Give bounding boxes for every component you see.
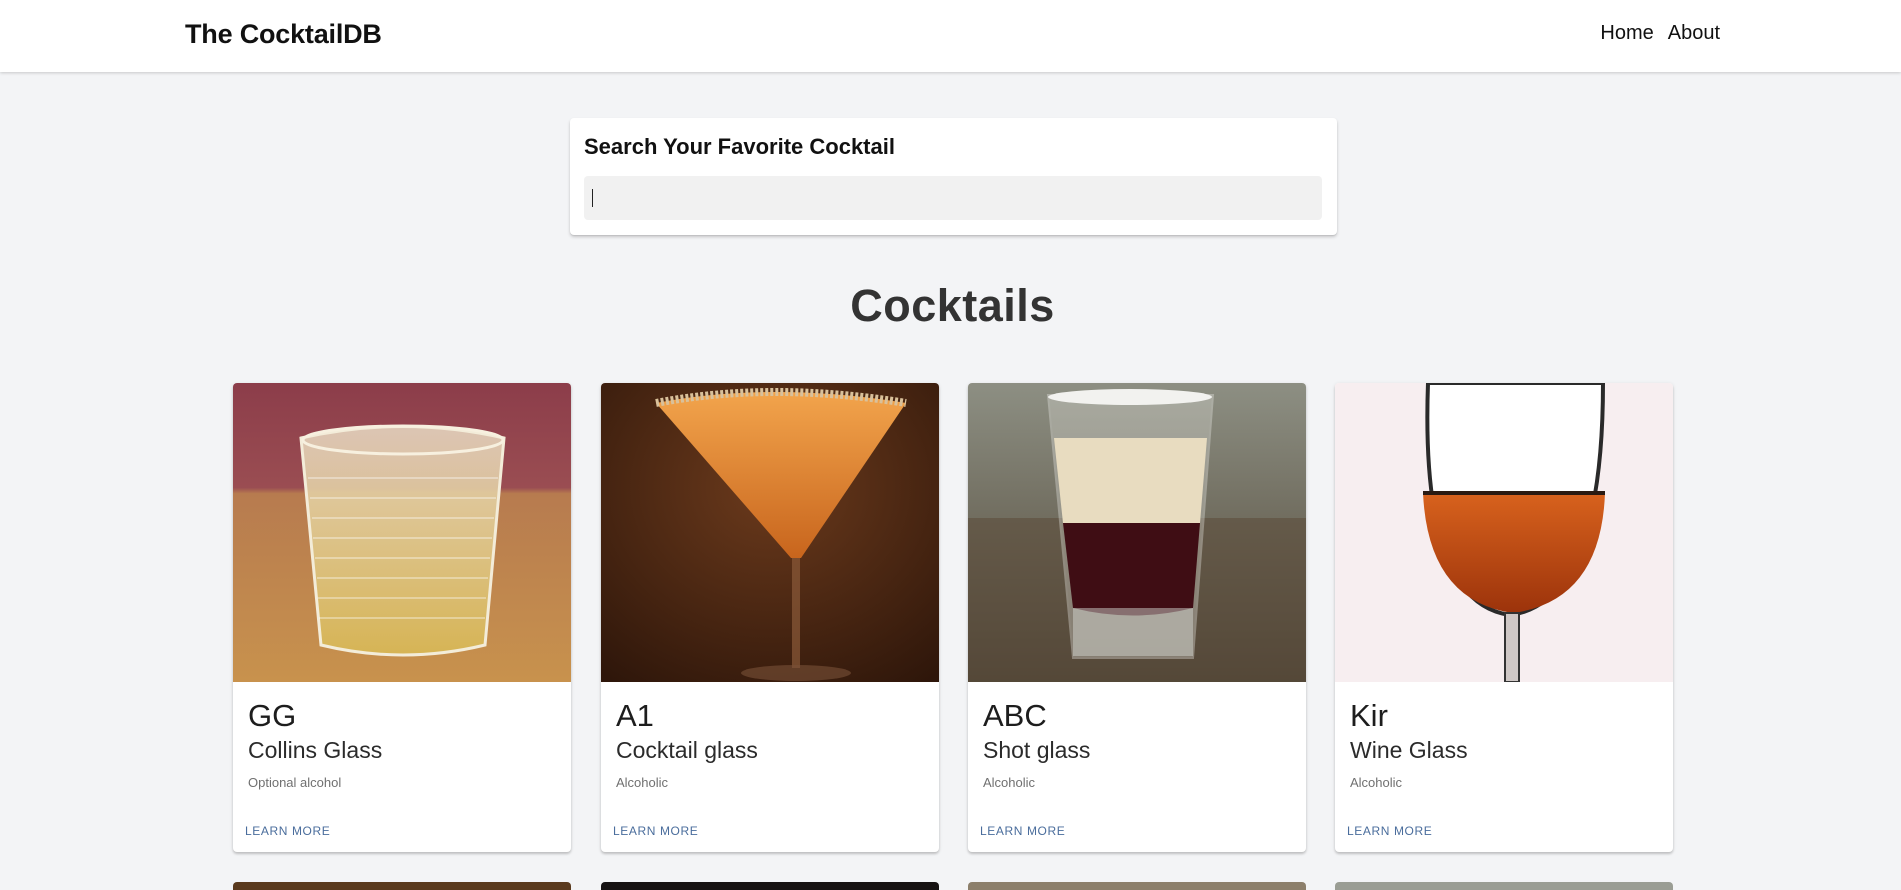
search-form: Search Your Favorite Cocktail [570,118,1337,235]
cocktail-card-partial [601,882,939,890]
learn-more-button[interactable]: Learn More [1347,824,1432,838]
cocktail-glass: Cocktail glass [616,737,758,763]
nav-about-link[interactable]: About [1668,22,1720,45]
cocktail-card-partial [968,882,1306,890]
learn-more-button[interactable]: Learn More [980,824,1065,838]
cocktail-card: ABC Shot glass Alcoholic Learn More [968,383,1306,852]
learn-more-button[interactable]: Learn More [613,824,698,838]
cocktail-image [1335,383,1673,682]
cocktail-card: Kir Wine Glass Alcoholic Learn More [1335,383,1673,852]
cocktail-alcoholic: Alcoholic [616,775,669,790]
cocktail-image [233,383,571,682]
cocktail-card-partial [1335,882,1673,890]
cocktail-alcoholic: Alcoholic [1350,775,1403,790]
section-title: Cocktails [850,280,1055,331]
cocktail-card-partial [233,882,571,890]
cocktail-image [968,383,1306,682]
cocktail-alcoholic: Optional alcohol [248,775,342,790]
text-caret [592,189,593,207]
learn-more-button[interactable]: Learn More [245,824,330,838]
cocktail-name: A1 [616,698,654,733]
nav-links: Home About [1600,22,1720,45]
brand-logo[interactable]: The CocktailDB [185,19,382,50]
nav-home-link[interactable]: Home [1600,22,1653,45]
search-label: Search Your Favorite Cocktail [584,134,895,159]
cocktail-glass: Wine Glass [1350,737,1468,763]
cocktail-alcoholic: Alcoholic [983,775,1036,790]
cocktail-name: Kir [1350,698,1388,733]
cocktail-name: ABC [983,698,1047,733]
navbar: The CocktailDB Home About [0,0,1901,72]
cocktail-card: GG Collins Glass Optional alcohol Learn … [233,383,571,852]
search-input[interactable] [584,176,1322,220]
cocktail-glass: Collins Glass [248,737,383,763]
cocktail-glass: Shot glass [983,737,1091,763]
cocktail-image [601,383,939,682]
cocktail-card: A1 Cocktail glass Alcoholic Learn More [601,383,939,852]
cocktail-name: GG [248,698,297,733]
